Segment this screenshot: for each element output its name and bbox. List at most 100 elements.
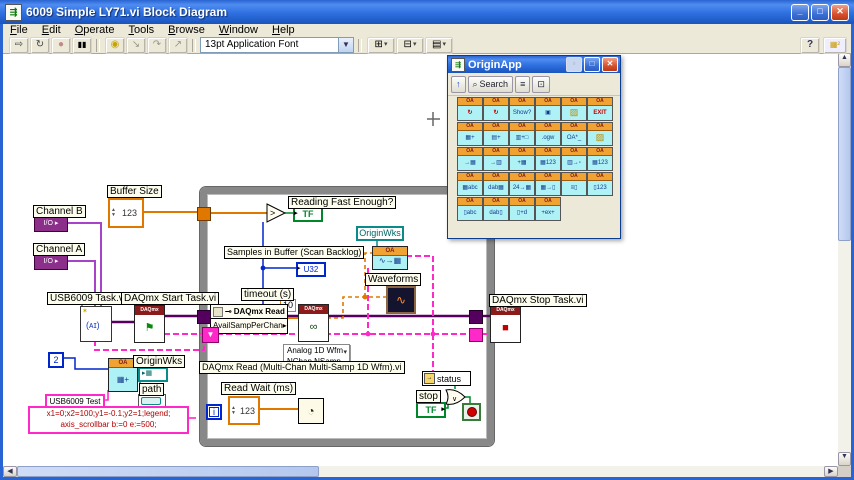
spinner-icon[interactable]: ▲ ▼ — [110, 208, 117, 218]
step-into-button[interactable]: ↘ — [126, 36, 146, 54]
oa-table-24-icon[interactable]: OA 24→▦ — [509, 172, 535, 196]
usb6009-task-node[interactable]: ✶ (ᴀɪ) — [80, 306, 112, 342]
horizontal-scroll-thumb[interactable] — [17, 466, 319, 477]
scroll-right-button[interactable]: ▶ — [824, 466, 838, 477]
oa-open-icon[interactable]: OA ▨ — [561, 97, 587, 121]
oa-new-graph-icon[interactable]: OA ▤+ — [483, 122, 509, 146]
oa-col-dab-icon[interactable]: OA dab▯ — [483, 197, 509, 221]
palette-title-bar[interactable]: ⇶ OriginApp ▫ □ ✕ — [448, 56, 620, 73]
menu-help[interactable]: Help — [265, 24, 302, 37]
oa-new-worksheet-icon[interactable]: OA ▦+ — [457, 122, 483, 146]
oa-save-icon[interactable]: OA ▣ — [535, 97, 561, 121]
oa-command-icon[interactable]: OA OA*_ — [561, 122, 587, 146]
spinner-icon[interactable]: ▲ ▼ — [230, 405, 237, 416]
font-dropdown-arrow[interactable]: ▼ — [338, 38, 353, 52]
channel-b-control[interactable]: I/O ▸ — [34, 217, 68, 232]
originapp-palette[interactable]: ⇶ OriginApp ▫ □ ✕ ↑ ⌕ Search ≡ ⊡ OA ↻ OA ↻ O… — [447, 55, 621, 239]
shift-register-left[interactable]: ▼ — [202, 327, 219, 343]
tunnel-task-out[interactable] — [469, 310, 483, 324]
maximize-button[interactable]: □ — [811, 3, 829, 21]
daqmx-start-task-node[interactable]: DAQmx ⚑ — [134, 305, 165, 343]
iteration-terminal[interactable]: i — [206, 404, 222, 420]
oa-exit-icon[interactable]: OA EXIT — [587, 97, 613, 121]
oa-put-cols-icon[interactable]: OA →▥ — [483, 147, 509, 171]
distribute-objects-button[interactable]: ⊟ ▾ — [396, 36, 424, 54]
oa-add-table-icon[interactable]: OA +▦ — [509, 147, 535, 171]
title-bar[interactable]: ⇶ 6009 Simple LY71.vi Block Diagram _ □ … — [0, 0, 854, 24]
oa-table-col-icon[interactable]: OA ▦→▯ — [535, 172, 561, 196]
oa-col-put-icon[interactable]: OA ▥→▫ — [561, 147, 587, 171]
reorder-button[interactable]: ▤ ▾ — [425, 36, 453, 54]
wait-ms-node[interactable]: ◔ — [298, 398, 324, 424]
oa-col-ex-icon[interactable]: OA +ex+ — [535, 197, 561, 221]
oa-reconnect-icon[interactable]: OA ↻ — [483, 97, 509, 121]
vertical-scrollbar[interactable]: ▲ ▼ — [838, 53, 851, 466]
script-constant[interactable]: x1=0;x2=100;y1=-0.1;y2=1;legend; axis_sc… — [28, 406, 189, 434]
oa-connect-icon[interactable]: OA ↻ — [457, 97, 483, 121]
daqmx-read-node[interactable]: DAQmx ∞ — [298, 304, 329, 342]
scroll-left-button[interactable]: ◀ — [3, 466, 17, 477]
run-continuous-button[interactable]: ↻ — [30, 36, 50, 54]
palette-view-button[interactable]: ≡ — [515, 75, 531, 93]
oa-table-num-icon[interactable]: OA ▦123 — [587, 147, 613, 171]
oa-col-123-icon[interactable]: OA ▯123 — [587, 172, 613, 196]
oa-col-abc-icon[interactable]: OA ▯abc — [457, 197, 483, 221]
daqmx-stop-task-node[interactable]: DAQmx ■ — [490, 305, 521, 343]
context-help-button[interactable]: ? — [800, 36, 820, 54]
menu-browse[interactable]: Browse — [161, 24, 212, 37]
align-objects-button[interactable]: ⊞ ▾ — [367, 36, 395, 54]
oa-table-123-icon[interactable]: OA ▦123 — [535, 147, 561, 171]
stop-control[interactable]: TF ▸ — [416, 402, 446, 418]
tunnel-buffer-size[interactable] — [197, 207, 211, 221]
originwks-indicator[interactable]: ▸▦ — [138, 367, 168, 382]
channel-a-control[interactable]: I/O ▸ — [34, 255, 68, 270]
horizontal-scrollbar[interactable]: ◀ ▶ — [3, 466, 838, 477]
waveforms-indicator[interactable]: ∿ — [386, 286, 416, 314]
menu-operate[interactable]: Operate — [68, 24, 122, 37]
constant-2[interactable]: 2 — [48, 352, 64, 368]
highlight-execution-button[interactable]: ◉ — [105, 36, 125, 54]
samples-indicator[interactable]: ▸ U32 — [296, 262, 326, 277]
originwks-local[interactable]: OriginWks — [356, 226, 404, 241]
oa-folder-icon[interactable]: OA ▨ — [587, 122, 613, 146]
menu-window[interactable]: Window — [212, 24, 265, 37]
tunnel-error-out[interactable] — [469, 328, 483, 342]
unbundle-status-node[interactable]: → status — [422, 371, 471, 386]
oa-update-worksheet-node[interactable]: OA ∿→▦ — [372, 246, 408, 270]
oa-col-add-icon[interactable]: OA ▯+d — [509, 197, 535, 221]
abort-button[interactable]: ● — [51, 36, 71, 54]
step-over-button[interactable]: ↷ — [147, 36, 167, 54]
menu-tools[interactable]: Tools — [121, 24, 161, 37]
palette-restore-button[interactable]: ▫ — [566, 57, 582, 72]
font-selector[interactable]: 13pt Application Font ▼ — [200, 37, 354, 53]
buffer-size-control[interactable]: ▲ ▼ 123 — [108, 198, 144, 228]
oa-table-dab-icon[interactable]: OA dab▦ — [483, 172, 509, 196]
run-button[interactable]: ⇨ — [9, 36, 29, 54]
vertical-scroll-thumb[interactable] — [838, 67, 851, 241]
daqmx-read-property-node[interactable]: ⊸ DAQmx Read AvailSampPerChan ▸ — [210, 304, 288, 334]
menu-file[interactable]: File — [3, 24, 35, 37]
scroll-up-button[interactable]: ▲ — [838, 53, 851, 67]
vi-icon-pane[interactable]: ▦² — [823, 36, 847, 54]
palette-up-button[interactable]: ↑ — [451, 75, 466, 93]
palette-maximize-button[interactable]: □ — [584, 57, 600, 72]
tunnel-task-in[interactable] — [197, 310, 211, 324]
oa-put-table-icon[interactable]: OA →▦ — [457, 147, 483, 171]
palette-pin-button[interactable]: ⊡ — [532, 75, 550, 93]
pause-button[interactable]: ▮▮ — [72, 36, 92, 54]
oa-show-icon[interactable]: OA Show? — [509, 97, 535, 121]
close-button[interactable]: ✕ — [831, 3, 849, 21]
palette-close-button[interactable]: ✕ — [602, 57, 618, 72]
step-out-button[interactable]: ↗ — [168, 36, 188, 54]
loop-condition-terminal[interactable] — [462, 403, 481, 421]
palette-search-button[interactable]: ⌕ Search — [467, 75, 514, 93]
oa-list-col-icon[interactable]: OA ≡▯ — [561, 172, 587, 196]
oa-table-abc-icon[interactable]: OA ▦abc — [457, 172, 483, 196]
scroll-down-button[interactable]: ▼ — [838, 452, 851, 466]
minimize-button[interactable]: _ — [791, 3, 809, 21]
oa-new-matrix-icon[interactable]: OA ▥+□ — [509, 122, 535, 146]
menu-edit[interactable]: Edit — [35, 24, 68, 37]
read-wait-control[interactable]: ▲ ▼ 123 — [228, 396, 260, 425]
oa-load-ogw-icon[interactable]: OA .ogw — [535, 122, 561, 146]
property-node-icon — [213, 306, 223, 317]
